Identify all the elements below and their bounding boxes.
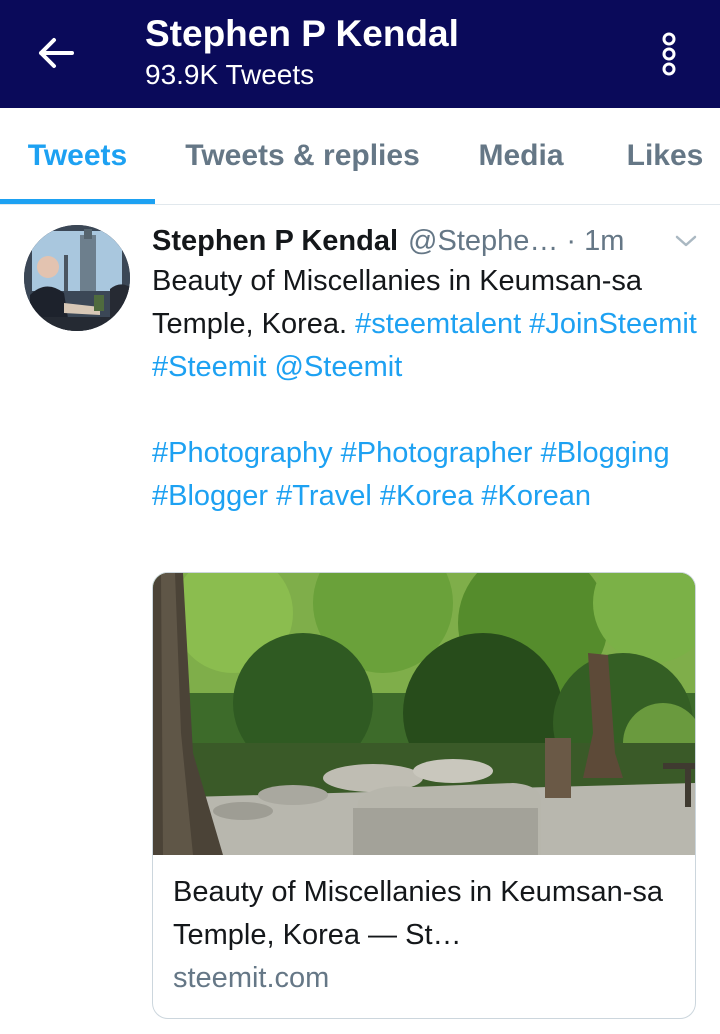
hashtag-link[interactable]: #Photographer [341, 437, 533, 469]
hashtag-link[interactable]: #steemtalent [355, 308, 521, 340]
mention-link[interactable]: @Steemit [275, 351, 403, 383]
link-preview-image[interactable] [153, 573, 695, 855]
tweet-author-handle[interactable]: @Stephe… [408, 225, 558, 258]
tweet-menu-button[interactable] [672, 227, 700, 255]
tweet-count: 93.9K Tweets [145, 59, 315, 90]
line-break [152, 389, 697, 432]
profile-tabs: Tweets Tweets & replies Media Likes [0, 108, 720, 205]
link-preview-card[interactable]: Beauty of Miscellanies in Keumsan-sa Tem… [152, 572, 696, 1019]
tab-tweets[interactable]: Tweets [0, 108, 155, 204]
hashtag-link[interactable]: #Photography [152, 437, 333, 469]
tab-likes[interactable]: Likes [605, 108, 720, 204]
tweet[interactable]: Stephen P Kendal @Stephe… · 1m Beauty of… [0, 205, 720, 1034]
hashtag-link[interactable]: #Blogger [152, 480, 268, 512]
tab-tweets-and-replies[interactable]: Tweets & replies [160, 108, 445, 204]
link-preview-domain: steemit.com [173, 962, 330, 994]
tweet-header: Stephen P Kendal @Stephe… · 1m [152, 219, 700, 263]
tweet-timestamp[interactable]: 1m [584, 225, 624, 258]
active-tab-indicator [0, 199, 155, 204]
tweet-separator: · [566, 224, 577, 257]
hashtag-link[interactable]: #Korean [481, 480, 591, 512]
more-options-button[interactable] [646, 26, 692, 82]
tab-media[interactable]: Media [455, 108, 587, 204]
arrow-left-icon [39, 38, 74, 68]
avatar[interactable] [24, 225, 130, 331]
hashtag-link[interactable]: #Steemit [152, 351, 266, 383]
profile-header: Stephen P Kendal 93.9K Tweets [0, 0, 720, 108]
profile-title: Stephen P Kendal [145, 13, 459, 54]
back-button[interactable] [28, 30, 84, 76]
hashtag-link[interactable]: #Korea [380, 480, 474, 512]
tweet-text: Beauty of Miscellanies in Keumsan-sa Tem… [152, 260, 697, 518]
tweet-author-name[interactable]: Stephen P Kendal [152, 225, 398, 258]
link-preview-title: Beauty of Miscellanies in Keumsan-sa Tem… [173, 876, 664, 951]
hashtag-link[interactable]: #JoinSteemit [529, 308, 697, 340]
hashtag-link[interactable]: #Blogging [541, 437, 670, 469]
hashtag-link[interactable]: #Travel [276, 480, 372, 512]
more-vertical-icon [662, 32, 676, 76]
chevron-down-icon [675, 235, 697, 247]
